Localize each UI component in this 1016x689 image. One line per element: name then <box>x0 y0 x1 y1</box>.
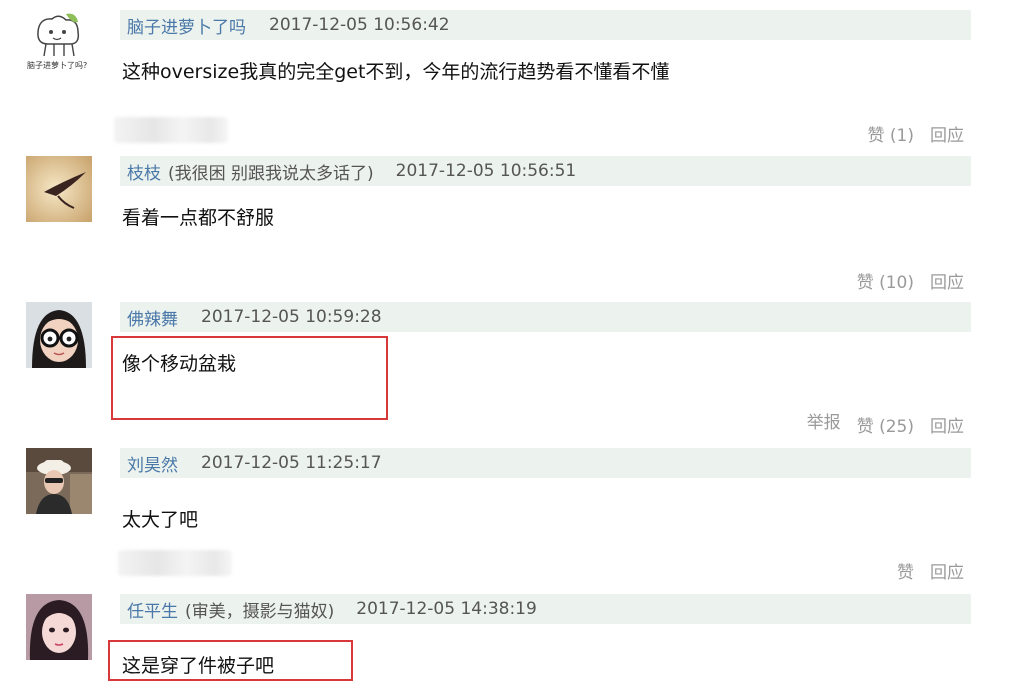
like-button[interactable]: 赞 (25) <box>857 412 914 437</box>
comment-actions: 举报 赞 (25) 回应 <box>807 412 964 437</box>
comment-text: 看着一点都不舒服 <box>122 207 275 229</box>
comment-meta-bar: 脑子进萝卜了吗 2017-12-05 10:56:42 <box>120 10 971 40</box>
blurred-region <box>114 117 228 143</box>
comment-meta-bar: 刘昊然 2017-12-05 11:25:17 <box>120 448 971 478</box>
highlight-box <box>108 640 353 681</box>
username-link[interactable]: 佛辣舞 <box>127 305 178 330</box>
reply-button[interactable]: 回应 <box>930 121 964 146</box>
comment-actions: 赞 回应 <box>897 558 964 583</box>
avatar[interactable] <box>26 448 92 514</box>
reply-button[interactable]: 回应 <box>930 268 964 293</box>
comment-meta-bar: 枝枝 (我很困 别跟我说太多话了) 2017-12-05 10:56:51 <box>120 156 971 186</box>
comment-timestamp: 2017-12-05 10:59:28 <box>201 307 382 327</box>
avatar-caption: 脑子进萝卜了吗? <box>27 61 88 70</box>
comment-timestamp: 2017-12-05 11:25:17 <box>201 453 382 473</box>
like-button[interactable]: 赞 <box>897 558 914 583</box>
like-button[interactable]: 赞 (10) <box>857 268 914 293</box>
user-signature: (审美，摄影与猫奴) <box>185 601 335 622</box>
username-link[interactable]: 刘昊然 <box>127 451 178 476</box>
username-link[interactable]: 枝枝 <box>127 159 161 184</box>
avatar[interactable] <box>26 156 92 222</box>
avatar[interactable] <box>26 302 92 368</box>
avatar[interactable] <box>26 594 92 660</box>
comment-timestamp: 2017-12-05 10:56:42 <box>269 15 450 35</box>
like-button[interactable]: 赞 (1) <box>868 121 914 146</box>
reply-button[interactable]: 回应 <box>930 558 964 583</box>
reply-button[interactable]: 回应 <box>930 412 964 437</box>
comment-feed: 脑子进萝卜了吗? 脑子进萝卜了吗 2017-12-05 10:56:42 这种o… <box>0 0 1016 689</box>
username-link[interactable]: 脑子进萝卜了吗 <box>127 13 246 38</box>
highlight-box <box>111 336 388 420</box>
username-link[interactable]: 任平生 <box>127 597 178 622</box>
report-button[interactable]: 举报 <box>807 408 841 437</box>
comment-actions: 赞 (10) 回应 <box>857 268 964 293</box>
comment-meta-bar: 任平生 (审美，摄影与猫奴) 2017-12-05 14:38:19 <box>120 594 971 624</box>
comment-actions: 赞 (1) 回应 <box>868 121 964 146</box>
user-signature: (我很困 别跟我说太多话了) <box>168 163 374 184</box>
blurred-region <box>118 550 232 576</box>
avatar[interactable]: 脑子进萝卜了吗? <box>26 10 92 76</box>
comment-timestamp: 2017-12-05 14:38:19 <box>356 599 537 619</box>
comment-text: 这种oversize我真的完全get不到，今年的流行趋势看不懂看不懂 <box>122 61 670 83</box>
comment-meta-bar: 佛辣舞 2017-12-05 10:59:28 <box>120 302 971 332</box>
comment-text: 太大了吧 <box>122 509 199 531</box>
comment-timestamp: 2017-12-05 10:56:51 <box>395 161 577 181</box>
